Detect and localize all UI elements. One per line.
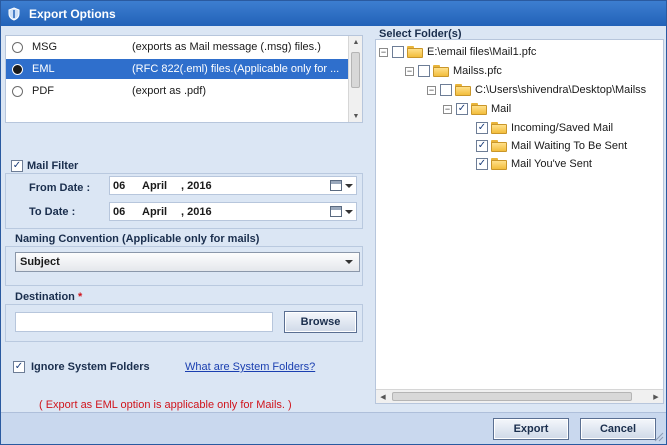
naming-convention-label: Naming Convention (Applicable only for m… [15,233,263,245]
folder-icon [491,140,507,152]
cancel-button[interactable]: Cancel [580,418,656,440]
node-checkbox[interactable]: ✓ [456,103,468,115]
format-description: (RFC 822(.eml) files.(Applicable only fo… [132,63,340,75]
folder-icon [491,158,507,170]
node-checkbox[interactable]: ✓ [476,158,488,170]
node-checkbox[interactable] [418,65,430,77]
to-date-picker[interactable]: 06 April , 2016 [109,202,357,221]
tree-node-desktop-path[interactable]: − C:\Users\shivendra\Desktop\Mailss [427,82,646,98]
window-title: Export Options [29,6,116,21]
format-list-scrollbar[interactable]: ▲ ▼ [348,36,362,122]
format-name: PDF [32,85,54,97]
naming-convention-select[interactable]: Subject [15,252,360,272]
format-option-pdf[interactable]: PDF (export as .pdf) [6,81,348,101]
to-date-label: To Date : [29,206,76,218]
tree-node-waiting[interactable]: ✓ Mail Waiting To Be Sent [476,138,627,154]
app-shield-icon [5,5,23,23]
ignore-system-folders-option: ✓ Ignore System Folders [13,361,150,373]
folder-icon [471,103,487,115]
collapse-icon[interactable]: − [379,47,388,57]
ignore-system-folders-checkbox[interactable]: ✓ [13,361,25,373]
folder-icon [491,122,507,134]
scroll-thumb[interactable] [392,392,632,401]
format-option-eml[interactable]: EML (RFC 822(.eml) files.(Applicable onl… [6,59,348,79]
to-day[interactable]: 06 [113,206,125,218]
export-format-list: MSG (exports as Mail message (.msg) file… [5,35,363,123]
from-year[interactable]: , 2016 [181,180,212,192]
mail-filter-header: ✓ Mail Filter [11,160,82,172]
mail-filter-label: Mail Filter [27,160,79,172]
chevron-down-icon [344,183,353,188]
export-button[interactable]: Export [493,418,569,440]
eml-warning-text: ( Export as EML option is applicable onl… [39,399,292,411]
from-date-picker[interactable]: 06 April , 2016 [109,176,357,195]
node-checkbox[interactable]: ✓ [476,140,488,152]
calendar-icon [329,180,342,191]
to-month[interactable]: April [142,206,167,218]
mail-filter-checkbox[interactable]: ✓ [11,160,23,172]
node-checkbox[interactable] [440,84,452,96]
tree-node-incoming[interactable]: ✓ Incoming/Saved Mail [476,120,613,136]
node-label: Mail Waiting To Be Sent [511,140,628,152]
node-label: Mail You've Sent [511,158,592,170]
collapse-icon[interactable]: − [443,104,452,114]
from-day[interactable]: 06 [113,180,125,192]
tree-node-sent[interactable]: ✓ Mail You've Sent [476,156,592,172]
to-calendar-button[interactable] [328,204,354,219]
system-folders-help-link[interactable]: What are System Folders? [185,361,315,373]
ignore-system-folders-label: Ignore System Folders [31,361,150,373]
format-name: MSG [32,41,58,53]
scroll-thumb[interactable] [351,52,360,88]
scroll-down-arrow-icon[interactable]: ▼ [349,110,363,122]
node-label: E:\email files\Mail1.pfc [427,46,537,58]
destination-input[interactable] [15,312,273,332]
to-year[interactable]: , 2016 [181,206,212,218]
folder-tree: − E:\email files\Mail1.pfc − Mailss.pfc … [375,39,664,404]
export-options-window: Export Options MSG (exports as Mail mess… [0,0,667,445]
scroll-right-arrow-icon[interactable]: ▶ [649,390,663,403]
chevron-down-icon [345,260,353,264]
msg-radio[interactable] [12,41,23,53]
title-bar: Export Options [1,1,666,26]
format-option-msg[interactable]: MSG (exports as Mail message (.msg) file… [6,37,348,57]
from-month[interactable]: April [142,180,167,192]
action-bar: Export Cancel [1,412,666,444]
folder-selection-pane: Select Folder(s) − E:\email files\Mail1.… [369,26,666,412]
node-checkbox[interactable] [392,46,404,58]
tree-node-mailss-pfc[interactable]: − Mailss.pfc [405,63,502,79]
naming-selected-value: Subject [20,256,60,268]
calendar-icon [329,206,342,217]
tree-node-root-pfc[interactable]: − E:\email files\Mail1.pfc [379,44,536,60]
eml-radio[interactable] [12,63,23,75]
scroll-up-arrow-icon[interactable]: ▲ [349,36,363,48]
options-pane: MSG (exports as Mail message (.msg) file… [1,26,369,412]
folder-tree-hscrollbar[interactable]: ◀ ▶ [376,389,663,403]
scroll-left-arrow-icon[interactable]: ◀ [376,390,390,403]
pdf-radio[interactable] [12,85,23,97]
folder-icon [455,84,471,96]
collapse-icon[interactable]: − [427,85,436,95]
node-label: Incoming/Saved Mail [511,122,614,134]
tree-node-mail[interactable]: − ✓ Mail [443,101,511,117]
format-description: (exports as Mail message (.msg) files.) [132,41,321,53]
format-name: EML [32,63,55,75]
node-label: Mailss.pfc [453,65,502,77]
resize-grip-icon[interactable] [654,432,664,442]
node-label: Mail [491,103,512,115]
chevron-down-icon [344,209,353,214]
collapse-icon[interactable]: − [405,66,414,76]
required-mark: * [77,291,83,303]
node-checkbox[interactable]: ✓ [476,122,488,134]
open-folder-icon [407,46,423,58]
from-calendar-button[interactable] [328,178,354,193]
from-date-label: From Date : [29,182,91,194]
node-label: C:\Users\shivendra\Desktop\Mailss [475,84,647,96]
destination-label: Destination * [15,291,86,303]
browse-button[interactable]: Browse [284,311,357,333]
format-description: (export as .pdf) [132,85,206,97]
pfc-folder-icon [433,65,449,77]
